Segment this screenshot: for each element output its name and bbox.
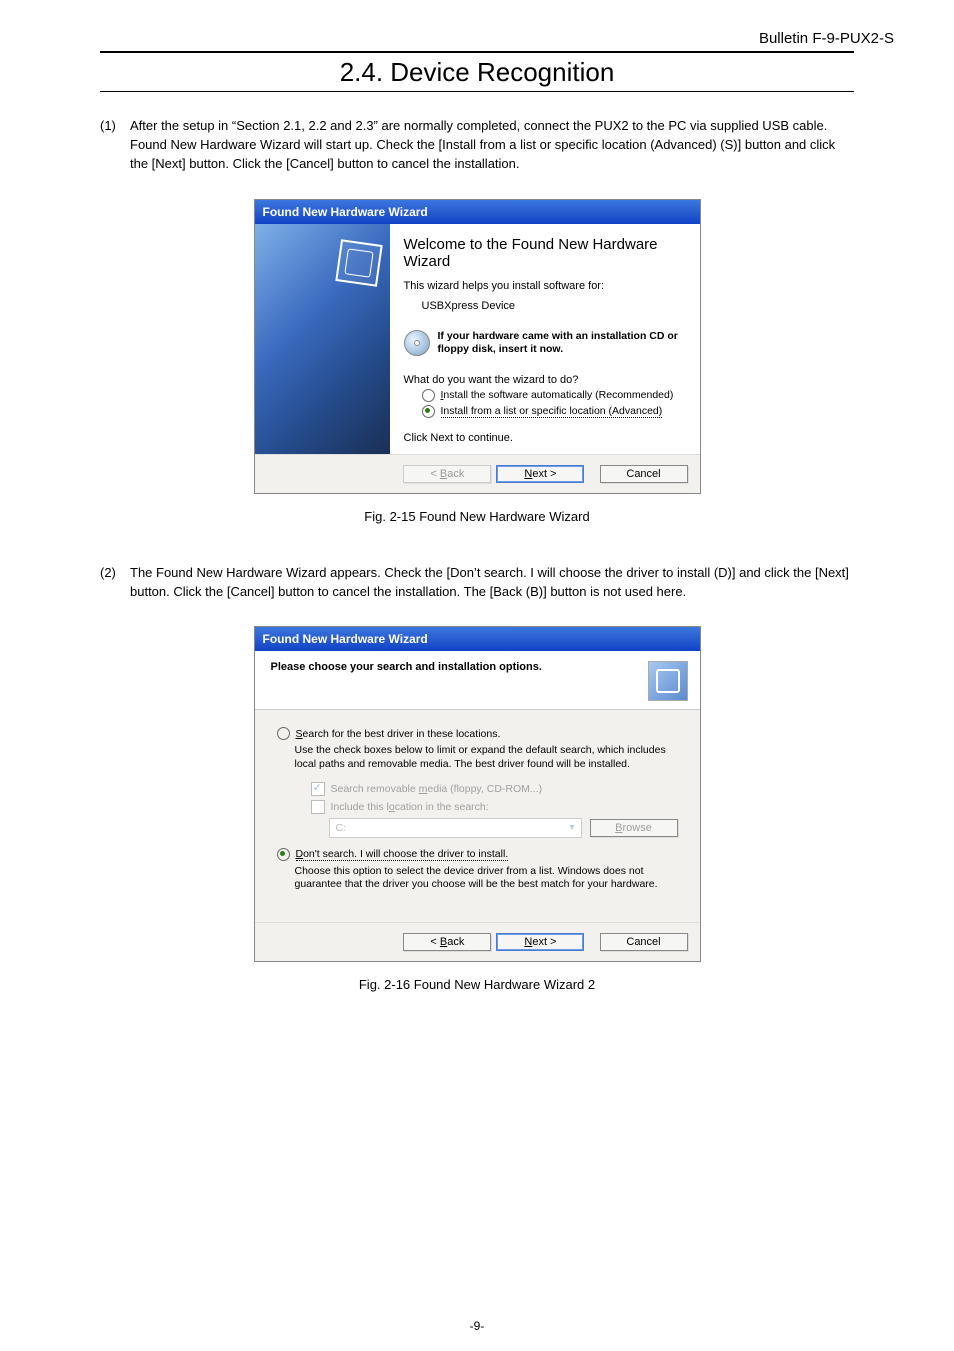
wizard-sidebar-graphic — [255, 224, 390, 454]
radio-icon — [277, 727, 290, 740]
next-button[interactable]: Next > — [496, 933, 584, 951]
checkbox-icon — [311, 782, 325, 796]
devices-icon — [335, 239, 382, 286]
paragraph-1: (1) After the setup in “Section 2.1, 2.2… — [100, 117, 854, 174]
checkbox-icon — [311, 800, 325, 814]
wizard-titlebar: Found New Hardware Wizard — [255, 627, 700, 651]
radio-icon — [422, 389, 435, 402]
chevron-down-icon: ▾ — [569, 822, 574, 833]
paragraph-2: (2) The Found New Hardware Wizard appear… — [100, 564, 854, 602]
radio-dont-search[interactable]: Don't search. I will choose the driver t… — [277, 848, 678, 861]
section-title: 2.4. Device Recognition — [100, 51, 854, 92]
browse-button: Browse — [590, 819, 678, 837]
checkbox-include-location: Include this location in the search: — [311, 800, 678, 814]
item-text: After the setup in “Section 2.1, 2.2 and… — [130, 117, 854, 174]
path-input: C:▾ — [329, 818, 582, 838]
item-number: (2) — [100, 564, 130, 602]
bulletin-label: Bulletin F-9-PUX2-S — [60, 30, 894, 47]
wizard-1: Found New Hardware Wizard Welcome to the… — [254, 199, 701, 494]
figure-caption-2: Fig. 2-16 Found New Hardware Wizard 2 — [60, 977, 894, 992]
radio-search-best[interactable]: Search for the best driver in these loca… — [277, 727, 678, 740]
radio-install-list[interactable]: Install from a list or specific location… — [422, 405, 686, 418]
radio-install-auto[interactable]: Install the software automatically (Reco… — [422, 389, 686, 402]
device-name: USBXpress Device — [422, 300, 686, 312]
item-text: The Found New Hardware Wizard appears. C… — [130, 564, 854, 602]
figure-caption-1: Fig. 2-15 Found New Hardware Wizard — [60, 509, 894, 524]
item-number: (1) — [100, 117, 130, 174]
next-button[interactable]: Next > — [496, 465, 584, 483]
wizard-subtext: This wizard helps you install software f… — [404, 280, 686, 292]
search-description: Use the check boxes below to limit or ex… — [295, 744, 678, 771]
cancel-button[interactable]: Cancel — [600, 465, 688, 483]
wizard-titlebar: Found New Hardware Wizard — [255, 200, 700, 224]
cd-instruction: If your hardware came with an installati… — [438, 330, 686, 356]
back-button[interactable]: < Back — [403, 933, 491, 951]
back-button[interactable]: < Back — [403, 465, 491, 483]
wizard-2: Found New Hardware Wizard Please choose … — [254, 626, 701, 962]
cancel-button[interactable]: Cancel — [600, 933, 688, 951]
radio-icon-selected — [277, 848, 290, 861]
devices-icon — [648, 661, 688, 701]
dont-search-description: Choose this option to select the device … — [295, 865, 678, 892]
wizard-heading: Welcome to the Found New Hardware Wizard — [404, 236, 686, 270]
radio-icon-selected — [422, 405, 435, 418]
cd-icon — [404, 330, 430, 356]
checkbox-removable-media: Search removable media (floppy, CD-ROM..… — [311, 782, 678, 796]
wizard-question: What do you want the wizard to do? — [404, 374, 686, 386]
wizard2-header-text: Please choose your search and installati… — [271, 661, 542, 701]
continue-text: Click Next to continue. — [404, 432, 686, 444]
page-number: -9- — [0, 1319, 954, 1333]
